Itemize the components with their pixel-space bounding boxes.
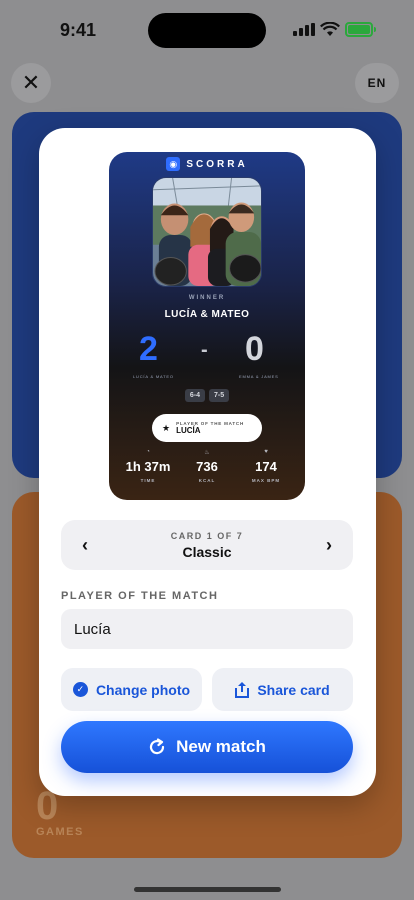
battery-tip <box>374 27 376 32</box>
stat-kcal: ♨ 736 KCAL <box>178 449 236 483</box>
change-photo-label: Change photo <box>95 681 191 698</box>
close-icon: ✕ <box>21 70 41 95</box>
share-card-label: Share card <box>257 681 330 698</box>
brand-logo-icon: ◉ <box>166 157 181 171</box>
stat-value: 1h 37m <box>125 459 171 474</box>
checkmark-circle-icon: ✓ <box>72 682 88 697</box>
potm-field-label: PLAYER OF THE MATCH <box>61 590 219 602</box>
stat-time: ◔ 1h 37m TIME <box>119 449 177 483</box>
card-style-selector: ‹ CARD 1 OF 7 Classic › <box>61 520 353 570</box>
winner-name: LUCÍA & MATEO <box>164 309 250 320</box>
score-team-b: 0 <box>245 330 264 368</box>
score-team-a: 2 <box>139 330 158 368</box>
team-b-name: EMMA & JAMES <box>239 374 279 379</box>
brand-name: SCORRA <box>186 158 248 170</box>
language-button[interactable]: EN <box>355 63 399 103</box>
player-of-match-badge: ★ PLAYER OF THE MATCH LUCÍA <box>152 414 262 442</box>
status-time: 9:41 <box>60 20 97 40</box>
flame-icon: ♨ <box>204 450 210 456</box>
heart-icon: ♥ <box>264 449 268 455</box>
potm-badge-name: LUCÍA <box>176 426 201 435</box>
set-score: 6-4 <box>184 389 205 402</box>
battery-icon <box>345 22 373 37</box>
stat-max-bpm: ♥ 174 MAX BPM <box>237 449 295 483</box>
status-bar: 9:41 <box>0 0 414 60</box>
stat-value: 174 <box>255 459 277 474</box>
games-label: GAMES <box>36 826 84 838</box>
team-a-name: LUCÍA & MATEO <box>133 374 174 379</box>
match-stats: ◔ 1h 37m TIME ♨ 736 KCAL ♥ 174 MAX BPM <box>119 449 295 483</box>
card-style-name: Classic <box>182 544 232 560</box>
wifi-icon <box>320 22 340 36</box>
set-score: 7-5 <box>209 389 230 402</box>
potm-field[interactable]: Lucía <box>61 609 353 649</box>
next-card-button[interactable]: › <box>317 533 341 557</box>
new-match-button[interactable]: New match <box>61 721 353 773</box>
close-button[interactable]: ✕ <box>11 63 51 103</box>
stat-label: MAX BPM <box>251 478 281 483</box>
set-scores: 6-4 7-5 <box>109 389 305 402</box>
stat-label: KCAL <box>198 478 216 483</box>
share-card-button[interactable]: Share card <box>212 668 353 711</box>
dynamic-island <box>148 13 266 48</box>
home-indicator <box>134 887 281 892</box>
share-card-sheet: ◉ SCORRA WINNER LUCÍA & MATEO 2 - 0 LUCÍ… <box>39 128 376 796</box>
card-counter: CARD 1 OF 7 <box>170 531 244 541</box>
chevron-right-icon: › <box>326 534 332 555</box>
stat-value: 736 <box>196 459 218 474</box>
change-photo-button[interactable]: ✓ Change photo <box>61 668 202 711</box>
new-match-label: New match <box>176 737 266 756</box>
stat-label: TIME <box>140 478 156 483</box>
share-icon <box>235 681 250 698</box>
stopwatch-icon: ◔ <box>146 449 150 455</box>
match-card-preview: ◉ SCORRA WINNER LUCÍA & MATEO 2 - 0 LUCÍ… <box>109 152 305 500</box>
winner-label: WINNER <box>188 295 226 301</box>
brand: ◉ SCORRA <box>109 157 305 171</box>
players-photo <box>152 177 262 287</box>
score-separator: - <box>201 339 208 361</box>
star-icon: ★ <box>162 422 171 433</box>
cellular-signal-icon <box>293 23 315 36</box>
refresh-icon <box>150 738 165 755</box>
